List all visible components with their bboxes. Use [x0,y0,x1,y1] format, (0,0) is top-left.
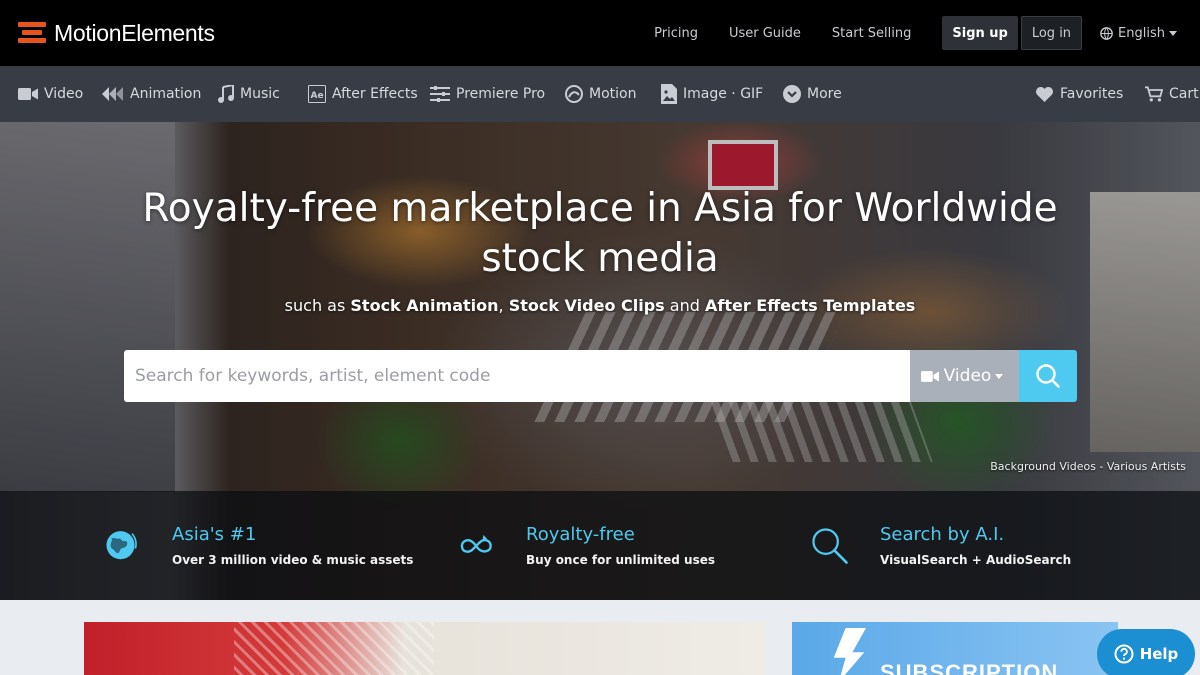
top-links: Pricing User Guide Start Selling Sign up… [654,0,1200,66]
nav-item-video[interactable]: Video [18,66,83,122]
subscription-text: SUBSCRIPTION [880,660,1059,675]
subscription-promo-card[interactable]: SUBSCRIPTION [792,622,1118,675]
hero-title-line-1: Royalty-free marketplace in Asia for Wor… [142,186,1058,231]
feature-description: Over 3 million video & music assets [172,553,414,567]
nav-item-motion[interactable]: Motion [565,66,636,122]
search-icon [1036,364,1060,388]
stock-animation-link[interactable]: Stock Animation [350,296,498,315]
feature-royalty-free: Royalty-free Buy once for unlimited uses [456,491,715,600]
log-in-button[interactable]: Log in [1020,16,1083,50]
lightning-bolt-icon [833,628,866,675]
cart-link[interactable]: Cart [1145,66,1199,122]
caret-down-icon [995,374,1004,379]
cart-label: Cart [1169,86,1199,102]
pricing-link[interactable]: Pricing [654,26,698,41]
logo-text: MotionElements [54,19,215,46]
feature-description: Buy once for unlimited uses [526,553,716,567]
feature-asias-number-one: Asia's #1 Over 3 million video & music a… [104,491,413,600]
globe-icon [1100,26,1113,40]
start-selling-link[interactable]: Start Selling [832,26,911,41]
image-icon [661,84,677,104]
after-effects-templates-link[interactable]: After Effects Templates [705,296,915,315]
animation-icon [102,87,123,101]
nav-item-image-gif[interactable]: Image · GIF [661,66,763,122]
chevron-circle-icon [783,85,801,103]
hero-sub-separator: , [498,296,509,315]
nav-item-label: Video [44,86,84,102]
nav-item-label: After Effects [332,86,418,102]
search-type-label: Video [943,366,992,386]
background-credit[interactable]: Background Videos - Various Artists [990,460,1186,473]
logo[interactable]: MotionElements [18,20,215,47]
feature-title: Royalty-free [526,524,635,545]
motion-icon [565,85,583,103]
category-nav: Video Animation Music Ae After Effects P… [0,66,1200,122]
feature-strip: Asia's #1 Over 3 million video & music a… [0,491,1200,600]
globe-asia-icon [106,530,137,559]
svg-text:Ae: Ae [311,91,324,101]
magnifier-icon [812,527,848,564]
user-guide-link[interactable]: User Guide [729,26,801,41]
search-button[interactable] [1019,350,1077,402]
nav-item-label: More [807,86,842,102]
nav-item-label: Motion [589,86,637,102]
promo-card-texture [234,622,434,675]
logo-mark-icon [18,22,46,44]
nav-item-animation[interactable]: Animation [102,66,201,122]
nav-item-music[interactable]: Music [218,66,280,122]
heart-icon [1036,86,1053,102]
music-note-icon [218,85,234,103]
nav-item-more[interactable]: More [783,66,842,122]
nav-item-label: Image · GIF [683,86,764,102]
search-type-dropdown[interactable]: Video [910,350,1019,402]
search-input[interactable] [124,350,910,402]
premiere-pro-icon [430,86,450,102]
top-bar: MotionElements Pricing User Guide Start … [0,0,1200,66]
stock-video-clips-link[interactable]: Stock Video Clips [509,296,665,315]
hero-subtitle: such as Stock Animation, Stock Video Cli… [0,296,1200,315]
hero-banner: Royalty-free marketplace in Asia for Wor… [0,122,1200,600]
hero-sub-prefix: such as [284,296,351,315]
search-bar: Video [124,350,1077,402]
nav-item-label: Animation [130,86,202,102]
feature-title: Search by A.I. [880,524,1005,545]
favorites-label: Favorites [1060,86,1124,102]
help-button[interactable]: Help [1097,629,1195,675]
nav-item-after-effects[interactable]: Ae After Effects [308,66,418,122]
video-camera-icon [920,370,939,382]
language-selector[interactable]: English [1100,26,1182,41]
nav-item-premiere-pro[interactable]: Premiere Pro [430,66,545,122]
hero-title-line-2: stock media [481,236,719,281]
feature-title: Asia's #1 [172,524,257,545]
video-camera-icon [18,88,38,100]
content-area: SUBSCRIPTION [0,600,1200,675]
hero-title: Royalty-free marketplace in Asia for Wor… [0,184,1200,284]
help-label: Help [1139,645,1179,663]
feature-search-by-ai: Search by A.I. VisualSearch + AudioSearc… [810,491,1071,600]
sign-up-button[interactable]: Sign up [942,16,1018,50]
nav-item-label: Premiere Pro [456,86,546,102]
nav-item-label: Music [240,86,280,102]
hero-sub-separator: and [664,296,705,315]
cart-icon [1145,85,1163,102]
language-label: English [1118,25,1165,41]
feature-description: VisualSearch + AudioSearch [880,553,1072,567]
question-circle-icon [1114,644,1134,664]
infinity-loop-icon [460,534,492,553]
featured-promo-card[interactable] [84,622,765,675]
after-effects-icon: Ae [308,85,326,103]
favorites-link[interactable]: Favorites [1035,66,1123,122]
caret-down-icon [1169,31,1177,36]
